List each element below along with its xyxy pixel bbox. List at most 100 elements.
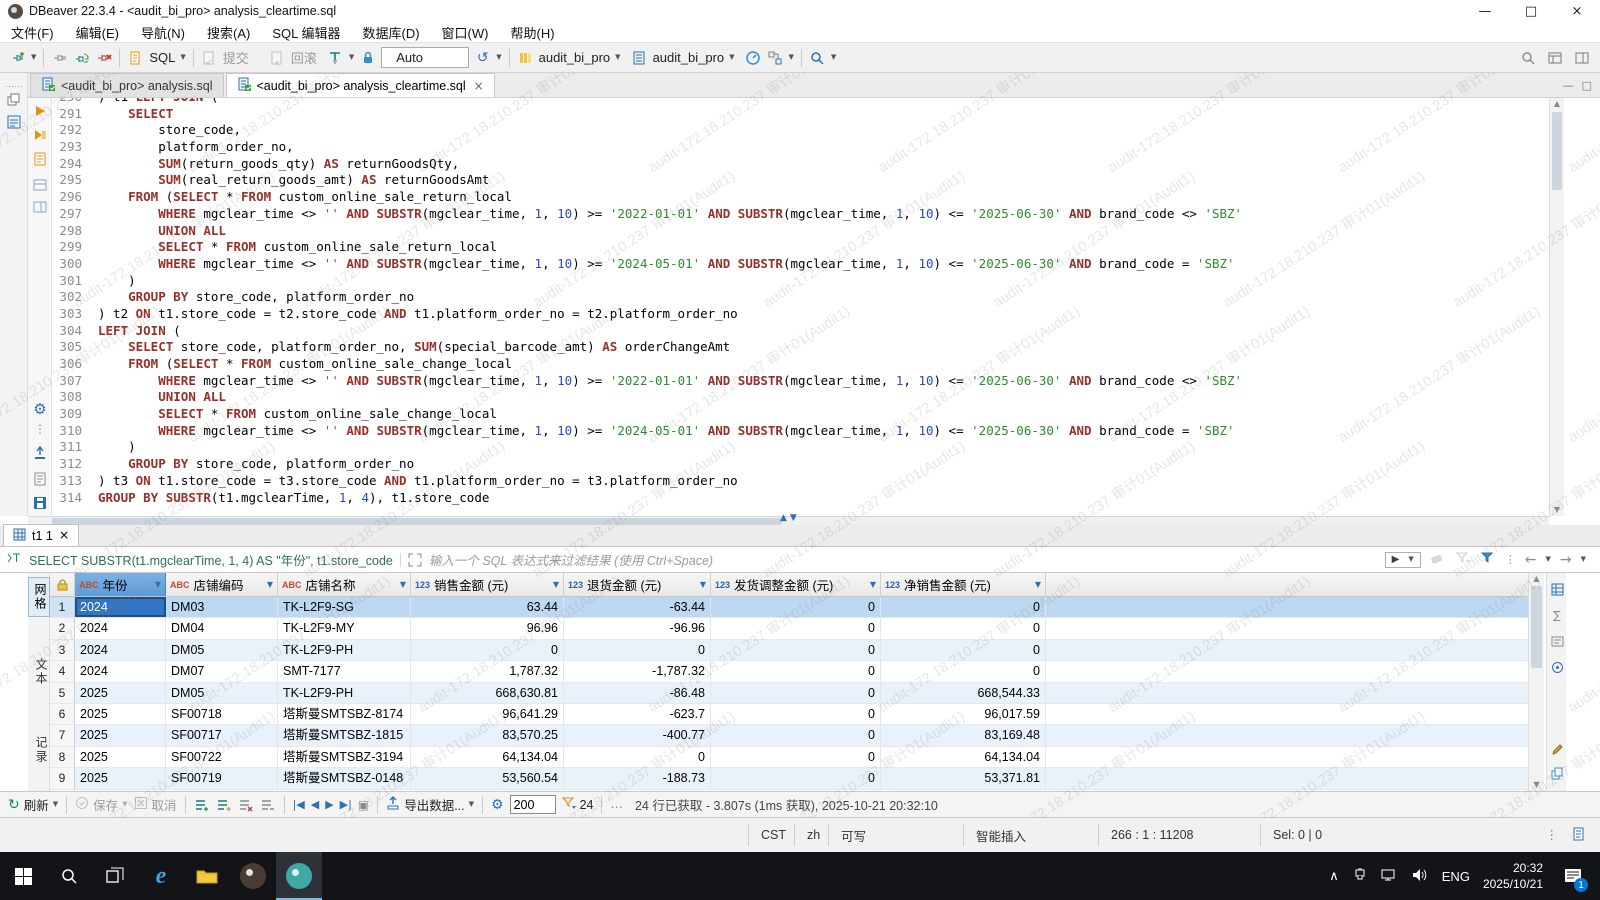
cell-r7-c3[interactable]: 83,570.25	[411, 725, 564, 746]
start-button[interactable]	[0, 852, 46, 900]
dashboard-icon[interactable]	[745, 49, 762, 66]
new-connection-caret[interactable]: ▼	[31, 54, 36, 61]
tasks-caret[interactable]: ▼	[789, 54, 794, 61]
cell-r4-c0[interactable]: 2024	[75, 661, 166, 682]
result-grid[interactable]: ABC 年份 ▼ ABC 店铺编码 ▼ ABC 店铺名称 ▼ 123 销售金额 (元) ▼ 123 退货金…	[50, 573, 1528, 791]
table-row-2[interactable]: 2 2024 DM04 TK-L2F9-MY 96.96 -96.96 0 0	[50, 618, 1528, 640]
generate-rows-icon[interactable]	[260, 798, 276, 812]
cell-r9-c5[interactable]: 0	[711, 768, 881, 789]
editor-export-icon[interactable]	[31, 444, 49, 462]
sql-label[interactable]: SQL	[149, 50, 175, 65]
execute-script-icon[interactable]	[31, 126, 49, 144]
execute-statement-icon[interactable]	[31, 102, 49, 120]
cell-r8-c5[interactable]: 0	[711, 746, 881, 768]
cell-r9-c6[interactable]: 53,371.81	[881, 768, 1046, 789]
cell-r9-c4[interactable]: -188.73	[564, 768, 711, 789]
transaction-mode-icon[interactable]	[327, 49, 344, 66]
cell-r5-c1[interactable]: DM05	[166, 682, 278, 703]
refresh-button[interactable]: ↻ 刷新 ▼	[8, 795, 58, 814]
cell-r6-c3[interactable]: 96,641.29	[411, 703, 564, 725]
cell-r4-c6[interactable]: 0	[881, 661, 1046, 682]
cell-r3-c5[interactable]: 0	[711, 639, 881, 661]
row-number[interactable]: 3	[50, 639, 75, 661]
editor-log-icon[interactable]	[31, 470, 49, 488]
taskbar-clock[interactable]: 20:32 2025/10/21	[1483, 860, 1543, 892]
commit-mode-select[interactable]: Auto	[381, 47, 470, 68]
menu-item-5[interactable]: 数据库(D)	[352, 22, 431, 42]
statusbar-log-icon[interactable]	[1572, 826, 1586, 845]
cell-r3-c4[interactable]: 0	[564, 639, 711, 661]
cell-r8-c1[interactable]: SF00722	[166, 746, 278, 768]
quick-search-icon[interactable]	[1519, 49, 1536, 66]
side-tab-0[interactable]: 网格	[28, 577, 50, 617]
column-filter-icon[interactable]: ▼	[267, 580, 273, 589]
editor-tab-1[interactable]: <audit_bi_pro> analysis_cleartime.sql ×	[225, 73, 495, 97]
next-row-icon[interactable]: ▶	[325, 799, 333, 810]
editor-vscrollbar[interactable]: ▲ ▼	[1549, 98, 1564, 516]
cell-r9-c1[interactable]: SF00719	[166, 768, 278, 789]
column-header-2[interactable]: ABC 店铺名称 ▼	[278, 573, 411, 596]
cell-r6-c6[interactable]: 96,017.59	[881, 703, 1046, 725]
editor-settings-icon[interactable]: ⚙	[31, 400, 49, 418]
cell-r1-c0[interactable]: 2024	[75, 597, 166, 618]
cell-r9-c2[interactable]: 塔斯曼SMTSBZ-0148	[278, 768, 411, 789]
fetch-size-input[interactable]	[509, 795, 556, 814]
cell-r2-c2[interactable]: TK-L2F9-MY	[278, 618, 411, 639]
column-filter-icon[interactable]: ▼	[700, 580, 706, 589]
add-row-icon[interactable]	[194, 798, 210, 812]
side-tab-1[interactable]: 文本	[28, 653, 50, 691]
cell-r6-c2[interactable]: 塔斯曼SMTSBZ-8174	[278, 703, 411, 725]
row-number[interactable]: 6	[50, 703, 75, 725]
row-number[interactable]: 2	[50, 618, 75, 639]
panel-toggle-icon[interactable]	[31, 176, 49, 194]
search-icon[interactable]	[809, 49, 826, 66]
cell-r1-c2[interactable]: TK-L2F9-SG	[278, 597, 411, 618]
menu-item-3[interactable]: 搜索(A)	[196, 22, 261, 42]
row-number[interactable]: 5	[50, 682, 75, 703]
goto-row-icon[interactable]: ▣	[358, 799, 369, 811]
history-caret[interactable]: ▼	[496, 54, 501, 61]
lock-icon[interactable]	[359, 49, 376, 66]
cell-r3-c0[interactable]: 2024	[75, 639, 166, 661]
restore-panel-icon[interactable]	[5, 91, 23, 109]
panel-value-icon[interactable]	[1549, 633, 1565, 649]
history-icon[interactable]: ↺	[474, 49, 491, 66]
cell-r5-c3[interactable]: 668,630.81	[411, 682, 564, 703]
cell-r8-c0[interactable]: 2025	[75, 746, 166, 768]
cell-r6-c0[interactable]: 2025	[75, 703, 166, 725]
database-caret[interactable]: ▼	[615, 54, 620, 61]
cell-r3-c2[interactable]: TK-L2F9-PH	[278, 639, 411, 661]
apply-filter-caret[interactable]: ▼	[1408, 556, 1413, 563]
custom-filter-icon[interactable]	[1480, 551, 1496, 568]
cell-r1-c1[interactable]: DM03	[166, 597, 278, 618]
column-filter-icon[interactable]: ▼	[553, 580, 559, 589]
cell-r8-c4[interactable]: 0	[564, 746, 711, 768]
filter-input[interactable]: 输入一个 SQL 表达式来过滤结果 (使用 Ctrl+Space)	[429, 550, 713, 569]
table-row-6[interactable]: 6 2025 SF00718 塔斯曼SMTSBZ-8174 96,641.29 -623.…	[50, 703, 1528, 726]
cell-r6-c1[interactable]: SF00718	[166, 703, 278, 725]
cell-r2-c4[interactable]: -96.96	[564, 618, 711, 639]
database-selector[interactable]: audit_bi_pro	[539, 50, 611, 65]
row-number[interactable]: 7	[50, 725, 75, 746]
cell-r2-c5[interactable]: 0	[711, 618, 881, 639]
panel-copy-icon[interactable]	[1549, 765, 1565, 781]
column-filter-icon[interactable]: ▼	[1035, 580, 1041, 589]
export-button[interactable]: 导出数据... ▼	[386, 795, 474, 814]
fetch-count-indicator[interactable]: 24	[561, 797, 593, 813]
cell-r5-c4[interactable]: -86.48	[564, 682, 711, 703]
tray-expand-icon[interactable]: ∧	[1329, 870, 1339, 883]
delete-row-icon[interactable]	[238, 798, 254, 812]
cell-r5-c0[interactable]: 2025	[75, 682, 166, 703]
explain-plan-icon[interactable]	[31, 150, 49, 168]
cell-r2-c1[interactable]: DM04	[166, 618, 278, 639]
cell-r4-c1[interactable]: DM07	[166, 661, 278, 682]
copy-row-icon[interactable]	[216, 798, 232, 812]
cell-r1-c6[interactable]: 0	[881, 597, 1046, 618]
column-header-1[interactable]: ABC 店铺编码 ▼	[166, 573, 278, 596]
cell-r8-c3[interactable]: 64,134.04	[411, 746, 564, 768]
notification-center-icon[interactable]: 1	[1556, 852, 1590, 900]
cell-r3-c6[interactable]: 0	[881, 639, 1046, 661]
menu-item-0[interactable]: 文件(F)	[0, 22, 65, 42]
network-tray-icon[interactable]	[1381, 868, 1399, 885]
cell-r5-c5[interactable]: 0	[711, 682, 881, 703]
